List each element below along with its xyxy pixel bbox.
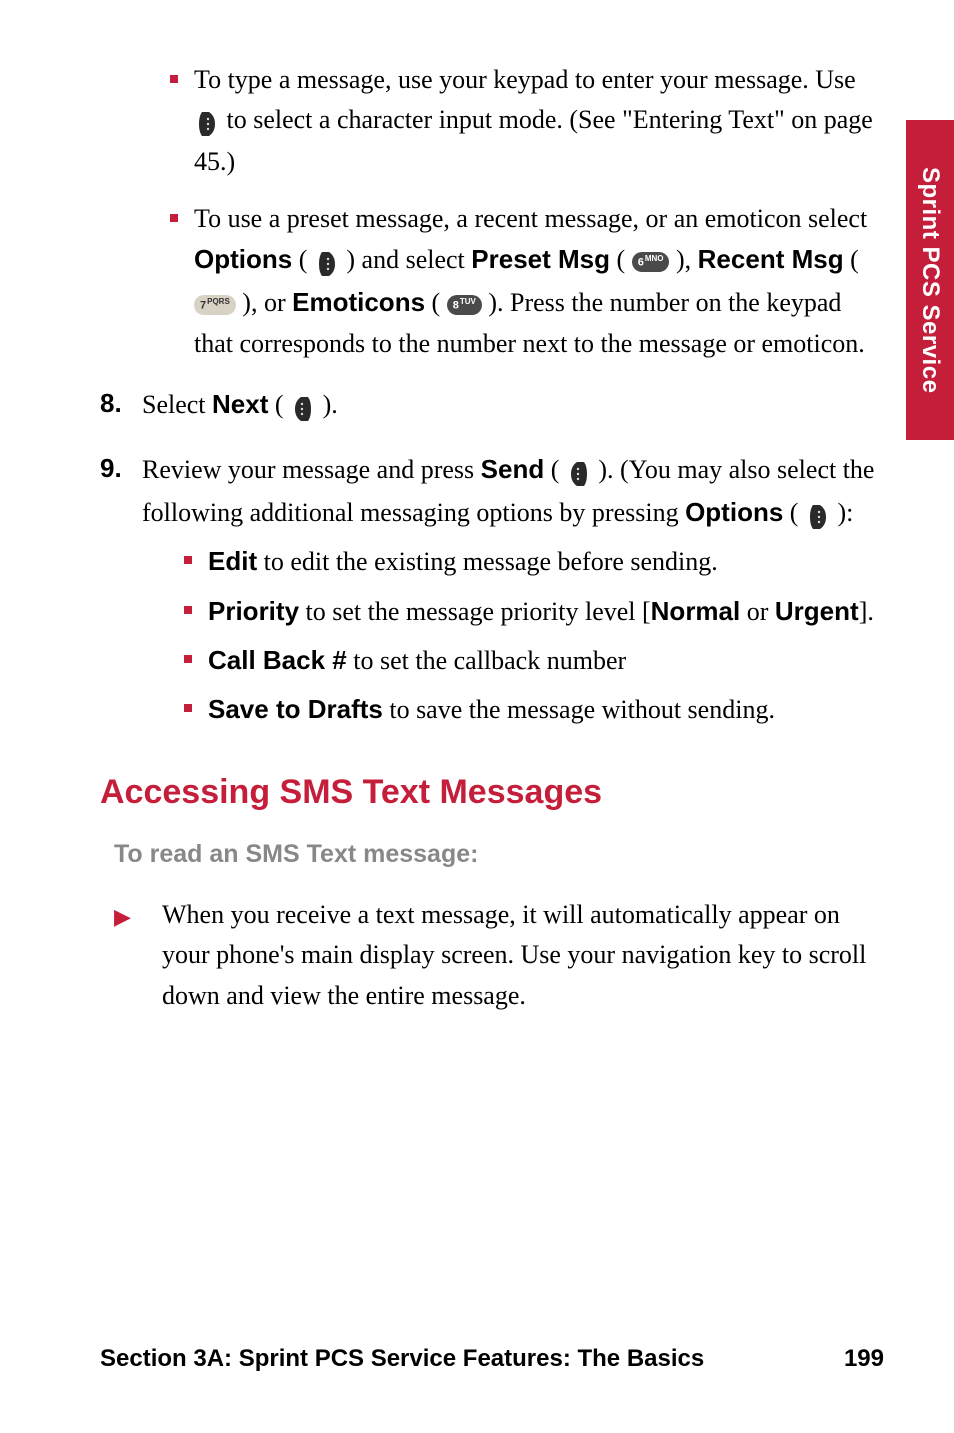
text: to save the message without sending.: [389, 695, 775, 724]
softkey-right-icon: [808, 495, 828, 535]
step-8: 8. Select Next ( ).: [100, 384, 884, 427]
footer-page-number: 199: [844, 1345, 884, 1373]
arrow-icon: ▶: [114, 895, 162, 1016]
page-footer: Section 3A: Sprint PCS Service Features:…: [100, 1345, 884, 1373]
key-6-icon: 6MNO: [632, 252, 670, 272]
preset-msg-label: Preset Msg: [471, 244, 610, 274]
send-label: Send: [481, 454, 545, 484]
text: (: [551, 455, 560, 484]
emoticons-label: Emoticons: [292, 287, 425, 317]
bullet-type-message: To type a message, use your keypad to en…: [170, 60, 884, 183]
text: Select: [142, 390, 212, 419]
key-8-icon: 8TUV: [447, 295, 482, 315]
options-label: Options: [194, 244, 292, 274]
text: to edit the existing message before send…: [264, 547, 718, 576]
softkey-left-icon: [569, 452, 589, 492]
key-7-icon: 7PQRS: [194, 295, 236, 315]
softkey-left-icon: [293, 387, 313, 427]
text: ),: [676, 245, 698, 274]
text: to set the message priority level [: [306, 597, 651, 626]
text: ).: [323, 390, 338, 419]
footer-section: Section 3A: Sprint PCS Service Features:…: [100, 1345, 704, 1373]
text: (: [617, 245, 626, 274]
text: (: [432, 288, 441, 317]
normal-label: Normal: [651, 596, 741, 626]
text: (: [790, 498, 799, 527]
step-text: Select Next ( ).: [142, 384, 884, 427]
text: To type a message, use your keypad to en…: [194, 65, 856, 94]
step-text: Review your message and press Send ( ). …: [142, 449, 884, 739]
step-number: 9.: [100, 449, 142, 739]
section-heading: Accessing SMS Text Messages: [100, 767, 884, 818]
bullet-preset-message: To use a preset message, a recent messag…: [170, 199, 884, 364]
save-drafts-label: Save to Drafts: [208, 694, 383, 724]
softkey-right-icon: [197, 102, 217, 142]
page-content: To type a message, use your keypad to en…: [0, 0, 954, 1433]
step-9-options-list: Edit to edit the existing message before…: [184, 541, 884, 730]
text: ) and select: [346, 245, 471, 274]
urgent-label: Urgent: [775, 596, 859, 626]
instruction-text: When you receive a text message, it will…: [162, 895, 884, 1016]
text: ].: [859, 597, 874, 626]
text: Review your message and press: [142, 455, 481, 484]
text: To use a preset message, a recent messag…: [194, 204, 867, 233]
text: to select a character input mode. (See "…: [194, 105, 873, 176]
softkey-right-icon: [317, 242, 337, 282]
edit-label: Edit: [208, 546, 257, 576]
text: (: [299, 245, 308, 274]
text: ):: [837, 498, 853, 527]
options-label: Options: [685, 497, 783, 527]
text: or: [740, 597, 775, 626]
option-callback: Call Back # to set the callback number: [184, 640, 884, 681]
text: ), or: [242, 288, 292, 317]
text: to set the callback number: [353, 646, 626, 675]
option-priority: Priority to set the message priority lev…: [184, 591, 884, 632]
step-number: 8.: [100, 384, 142, 427]
instruction-item: ▶ When you receive a text message, it wi…: [114, 895, 884, 1016]
text: (: [275, 390, 284, 419]
recent-msg-label: Recent Msg: [698, 244, 844, 274]
priority-label: Priority: [208, 596, 299, 626]
step-9: 9. Review your message and press Send ( …: [100, 449, 884, 739]
top-bullet-list: To type a message, use your keypad to en…: [170, 60, 884, 364]
text: (: [850, 245, 859, 274]
next-label: Next: [212, 389, 268, 419]
callback-label: Call Back #: [208, 645, 347, 675]
sub-heading: To read an SMS Text message:: [114, 836, 884, 874]
option-edit: Edit to edit the existing message before…: [184, 541, 884, 582]
option-save-drafts: Save to Drafts to save the message witho…: [184, 689, 884, 730]
